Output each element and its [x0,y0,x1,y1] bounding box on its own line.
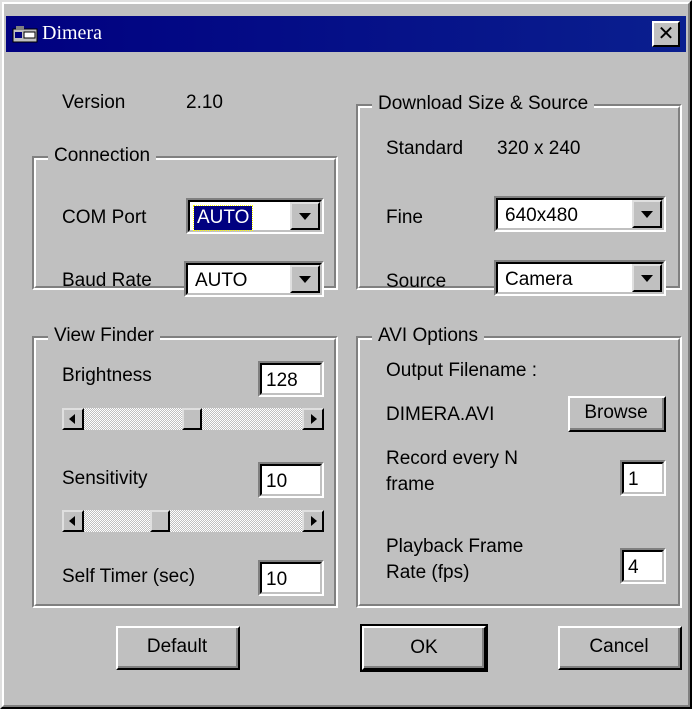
avi-options-legend: AVI Options [372,325,484,347]
brightness-slider[interactable] [62,408,324,430]
close-icon: ✕ [657,21,675,45]
download-legend: Download Size & Source [372,93,595,115]
chevron-down-icon[interactable] [290,202,320,230]
version-value: 2.10 [186,92,223,113]
standard-value: 320 x 240 [497,138,581,159]
ok-button[interactable]: OK [360,624,488,672]
close-button[interactable]: ✕ [652,21,680,47]
com-port-value: AUTO [192,205,254,231]
fine-size-dropdown[interactable]: 640x480 [494,196,666,232]
record-every-label-2: frame [386,474,435,495]
record-every-field[interactable]: 1 [620,460,666,496]
cancel-button[interactable]: Cancel [558,626,682,670]
chevron-down-icon[interactable] [632,264,662,292]
fine-label: Fine [386,207,423,228]
cancel-button-label: Cancel [589,636,649,657]
fine-size-value: 640x480 [505,205,578,226]
browse-button[interactable]: Browse [568,396,666,432]
baud-rate-label: Baud Rate [62,270,152,291]
chevron-down-icon[interactable] [290,265,320,293]
default-button-label: Default [146,636,208,657]
source-label: Source [386,271,447,292]
sensitivity-field[interactable]: 10 [258,462,324,498]
self-timer-field[interactable]: 10 [258,560,324,596]
playback-rate-field[interactable]: 4 [620,548,666,584]
view-finder-legend: View Finder [48,325,160,347]
scroll-left-icon[interactable] [62,408,84,430]
playback-rate-label-2: Rate (fps) [386,562,470,583]
default-button[interactable]: Default [116,626,240,670]
brightness-field[interactable]: 128 [258,361,324,397]
com-port-dropdown[interactable]: AUTO [186,198,324,234]
standard-label: Standard [386,138,464,159]
title-bar[interactable]: Dimera ✕ [6,16,686,52]
source-dropdown[interactable]: Camera [494,260,666,296]
sensitivity-slider-thumb[interactable] [150,510,170,532]
sensitivity-label: Sensitivity [62,468,148,489]
browse-button-label: Browse [584,402,648,423]
playback-rate-label: Playback Frame [386,536,524,557]
brightness-label: Brightness [62,365,152,386]
brightness-slider-thumb[interactable] [182,408,202,430]
scroll-right-icon[interactable] [302,408,324,430]
self-timer-label: Self Timer (sec) [62,566,196,587]
chevron-down-icon[interactable] [632,200,662,228]
camera-icon [12,26,38,43]
connection-legend: Connection [48,145,157,167]
source-value: Camera [505,269,573,290]
baud-rate-value: AUTO [195,270,248,291]
com-port-label: COM Port [62,207,147,228]
version-label: Version [62,92,126,113]
output-filename-label: Output Filename : [386,360,538,381]
window-title: Dimera [42,22,102,44]
record-every-label: Record every N [386,448,518,469]
baud-rate-dropdown[interactable]: AUTO [184,261,324,297]
output-filename-value: DIMERA.AVI [386,404,495,425]
scroll-right-icon[interactable] [302,510,324,532]
sensitivity-slider[interactable] [62,510,324,532]
scroll-left-icon[interactable] [62,510,84,532]
